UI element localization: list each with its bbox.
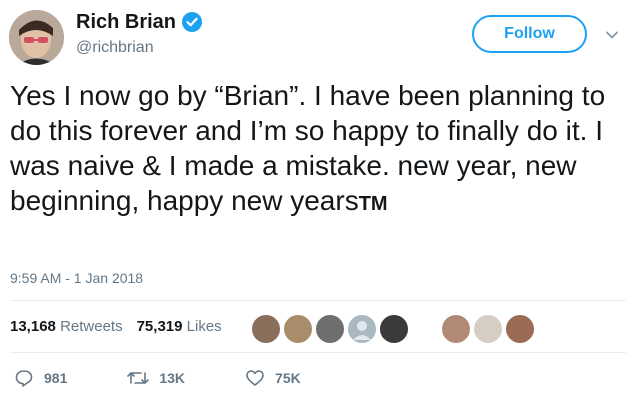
- like-count: 75K: [275, 370, 301, 386]
- tweet-timestamp[interactable]: 9:59 AM - 1 Jan 2018: [10, 270, 143, 286]
- tweet-stats: 13,168 Retweets 75,319 Likes: [10, 318, 222, 335]
- trademark-suffix: TM: [358, 193, 388, 215]
- display-name-text[interactable]: Rich Brian: [76, 10, 176, 34]
- liker-avatars: [250, 313, 540, 345]
- reply-count: 981: [44, 370, 68, 386]
- chevron-down-icon[interactable]: [604, 27, 620, 43]
- user-handle[interactable]: @richbrian: [76, 39, 154, 57]
- liker-avatar[interactable]: [282, 313, 314, 345]
- display-name[interactable]: Rich Brian: [76, 10, 203, 34]
- likes-stat[interactable]: 75,319 Likes: [137, 318, 222, 335]
- tweet-actions: 981 13K 75K: [14, 368, 361, 388]
- reply-icon: [15, 370, 33, 387]
- liker-avatar[interactable]: [504, 313, 536, 345]
- liker-avatar[interactable]: [314, 313, 346, 345]
- retweets-count: 13,168: [10, 318, 56, 335]
- likes-count: 75,319: [136, 318, 183, 335]
- liker-avatar[interactable]: [346, 313, 378, 345]
- heart-icon: [246, 370, 264, 386]
- liker-avatar[interactable]: [440, 313, 472, 345]
- divider: [10, 300, 626, 301]
- liker-avatar[interactable]: [378, 313, 410, 345]
- tweet-text: Yes I now go by “Brian”. I have been pla…: [10, 78, 610, 222]
- follow-button[interactable]: Follow: [472, 15, 587, 53]
- liker-avatar[interactable]: [472, 313, 504, 345]
- tweet-card: Rich Brian @richbrian Follow Yes I now g…: [0, 0, 636, 406]
- reply-button[interactable]: 981: [14, 368, 67, 388]
- retweet-count: 13K: [159, 370, 186, 386]
- retweets-label: Retweets: [60, 318, 123, 335]
- verified-badge-icon: [182, 12, 203, 32]
- retweets-stat[interactable]: 13,168 Retweets: [10, 318, 123, 335]
- avatar[interactable]: [9, 10, 64, 65]
- tweet-text-main: Yes I now go by “Brian”. I have been pla…: [10, 80, 606, 216]
- liker-avatar[interactable]: [250, 313, 282, 345]
- like-button[interactable]: 75K: [245, 368, 301, 388]
- divider: [10, 352, 626, 353]
- retweet-icon: [127, 372, 150, 384]
- likes-label: Likes: [186, 318, 222, 335]
- retweet-button[interactable]: 13K: [127, 368, 185, 388]
